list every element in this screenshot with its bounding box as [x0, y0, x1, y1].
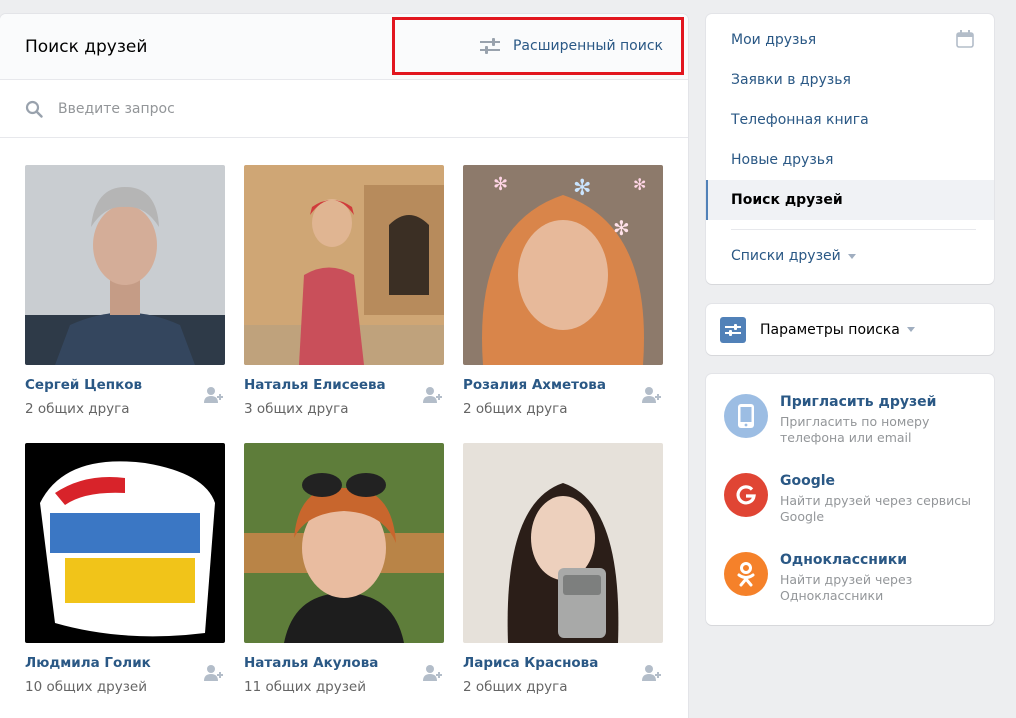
search-row [0, 80, 688, 138]
import-friends-panel: Пригласить друзей Пригласить по номеру т… [706, 374, 994, 625]
person-card: Наталья Акулова 11 общих друзей [244, 443, 444, 695]
google-import-item[interactable]: Google Найти друзей через сервисы Google [724, 473, 984, 533]
invite-title[interactable]: Одноклассники [780, 552, 907, 568]
search-input[interactable] [58, 94, 658, 124]
person-name[interactable]: Наталья Елисеева [244, 377, 386, 393]
svg-text:✻: ✻ [633, 175, 646, 194]
common-friends: 2 общих друга [463, 401, 568, 417]
friends-menu: Мои друзья Заявки в друзья Телефонная кн… [706, 14, 994, 284]
calendar-icon[interactable] [956, 30, 974, 48]
svg-text:✻: ✻ [493, 174, 508, 195]
google-icon [724, 473, 768, 517]
menu-item-label: Мои друзья [731, 32, 817, 48]
person-photo[interactable]: ✻ ✻ ✻ ✻ [463, 165, 663, 365]
menu-item-phonebook[interactable]: Телефонная книга [706, 100, 994, 140]
invite-friends-item[interactable]: Пригласить друзей Пригласить по номеру т… [724, 394, 984, 454]
invite-description: Найти друзей через Одноклассники [780, 572, 913, 603]
search-params-toggle[interactable]: Параметры поиска [706, 304, 994, 355]
menu-item-label: Поиск друзей [731, 192, 843, 208]
svg-text:✻: ✻ [573, 176, 591, 201]
menu-item-label: Заявки в друзья [731, 72, 851, 88]
invite-title[interactable]: Google [780, 473, 835, 489]
person-photo[interactable] [25, 165, 225, 365]
add-friend-icon[interactable] [203, 664, 223, 682]
advanced-search-label: Расширенный поиск [512, 38, 663, 54]
person-card: Сергей Цепков 2 общих друга [25, 165, 225, 417]
page-title: Поиск друзей [25, 37, 148, 57]
menu-item-friend-lists[interactable]: Списки друзей [706, 236, 994, 276]
add-friend-icon[interactable] [422, 386, 442, 404]
chevron-down-icon [847, 253, 856, 259]
common-friends: 3 общих друга [244, 401, 349, 417]
odnoklassniki-icon [724, 552, 768, 596]
person-name[interactable]: Розалия Ахметова [463, 377, 606, 393]
common-friends: 10 общих друзей [25, 679, 147, 695]
odnoklassniki-import-item[interactable]: Одноклассники Найти друзей через Однокла… [724, 552, 984, 612]
invite-description: Найти друзей через сервисы Google [780, 493, 972, 524]
panel-header: Поиск друзей Расширенный поиск [0, 14, 688, 80]
person-name[interactable]: Людмила Голик [25, 655, 151, 671]
search-icon [25, 100, 43, 118]
menu-item-new-friends[interactable]: Новые друзья [706, 140, 994, 180]
sliders-icon [720, 316, 746, 343]
add-friend-icon[interactable] [641, 664, 661, 682]
menu-item-label: Телефонная книга [731, 112, 869, 128]
menu-item-label: Новые друзья [731, 152, 834, 168]
phone-icon [724, 394, 768, 438]
person-card: Лариса Краснова 2 общих друга [463, 443, 663, 695]
svg-text:✻: ✻ [613, 216, 630, 240]
person-photo[interactable] [25, 443, 225, 643]
person-card: Людмила Голик 10 общих друзей [25, 443, 225, 695]
people-grid: Сергей Цепков 2 общих друга Наталья Елис… [25, 165, 665, 718]
search-params-label: Параметры поиска [760, 321, 900, 338]
person-photo[interactable] [244, 443, 444, 643]
chevron-down-icon [906, 327, 915, 332]
add-friend-icon[interactable] [422, 664, 442, 682]
sliders-icon [479, 38, 500, 54]
person-name[interactable]: Лариса Краснова [463, 655, 598, 671]
person-name[interactable]: Наталья Акулова [244, 655, 378, 671]
advanced-search-button[interactable]: Расширенный поиск [392, 17, 684, 75]
person-card: Наталья Елисеева 3 общих друга [244, 165, 444, 417]
common-friends: 2 общих друга [25, 401, 130, 417]
invite-title[interactable]: Пригласить друзей [780, 394, 936, 410]
add-friend-icon[interactable] [203, 386, 223, 404]
person-photo[interactable] [463, 443, 663, 643]
person-card: ✻ ✻ ✻ ✻ Розалия Ахметова 2 общих друга [463, 165, 663, 417]
menu-item-my-friends[interactable]: Мои друзья [706, 20, 994, 60]
person-name[interactable]: Сергей Цепков [25, 377, 142, 393]
add-friend-icon[interactable] [641, 386, 661, 404]
invite-description: Пригласить по номеру телефона или email [780, 414, 930, 445]
menu-item-requests[interactable]: Заявки в друзья [706, 60, 994, 100]
menu-item-label: Списки друзей [731, 248, 841, 264]
person-photo[interactable] [244, 165, 444, 365]
menu-item-find-friends[interactable]: Поиск друзей [706, 180, 994, 220]
common-friends: 2 общих друга [463, 679, 568, 695]
common-friends: 11 общих друзей [244, 679, 366, 695]
menu-divider [731, 229, 976, 230]
